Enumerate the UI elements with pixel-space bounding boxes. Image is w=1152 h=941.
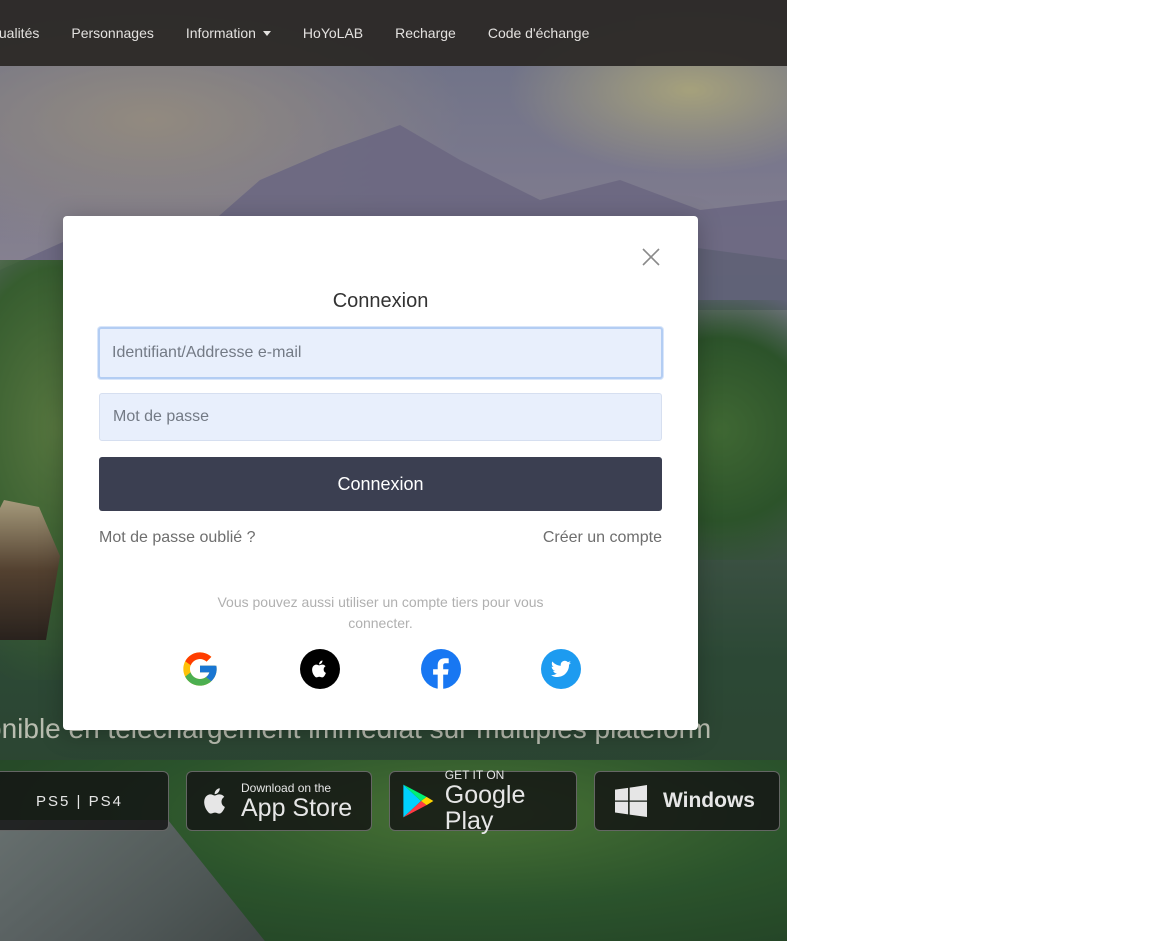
login-button[interactable]: Connexion [99,457,662,511]
nav-item-hoyolab[interactable]: HoYoLAB [303,25,363,41]
login-title: Connexion [332,290,429,312]
app-store-button[interactable]: Download on the App Store [186,771,372,831]
apple-icon [312,660,326,678]
nav-items: ctualités Personnages Information HoYoLA… [0,0,621,66]
facebook-login-button[interactable] [421,649,461,689]
google-play-button[interactable]: GET IT ON Google Play [389,768,577,835]
google-play-text: GET IT ON Google Play [444,768,526,835]
third-party-login-text: Vous pouvez aussi utiliser un compte tie… [217,594,544,631]
create-account-link[interactable]: Créer un compte [543,529,662,547]
google-play-logo-icon [403,784,434,818]
twitter-login-button[interactable] [541,649,581,689]
login-modal: Connexion Connexion Mot de passe oublié … [63,216,698,730]
apple-logo-icon [204,788,225,814]
caret-down-icon [262,30,271,36]
nav-item-characters[interactable]: Personnages [71,25,154,41]
apple-login-button[interactable] [300,649,340,689]
windows-download-button[interactable]: Windows [594,771,780,831]
facebook-icon [421,649,461,689]
google-icon [183,652,217,686]
forgot-password-link[interactable]: Mot de passe oublié ? [99,529,256,547]
app-store-text: Download on the App Store [241,781,353,822]
nav-item-information[interactable]: Information [186,25,271,41]
google-login-button[interactable] [180,649,220,689]
playstation-label: PS5 | PS4 [36,792,123,810]
playstation-store-button[interactable]: PS5 | PS4 [0,771,169,831]
nav-item-redeem-code[interactable]: Code d'échange [488,25,590,41]
nav-item-recharge[interactable]: Recharge [395,25,456,41]
username-email-input[interactable] [98,327,663,379]
password-input[interactable] [99,393,662,441]
windows-logo-icon [615,785,647,817]
top-navbar: ctualités Personnages Information HoYoLA… [0,0,787,66]
page-viewport: ctualités Personnages Information HoYoLA… [0,0,787,941]
nav-item-news[interactable]: ctualités [0,25,39,41]
twitter-icon [551,660,571,677]
close-icon[interactable] [641,247,661,267]
